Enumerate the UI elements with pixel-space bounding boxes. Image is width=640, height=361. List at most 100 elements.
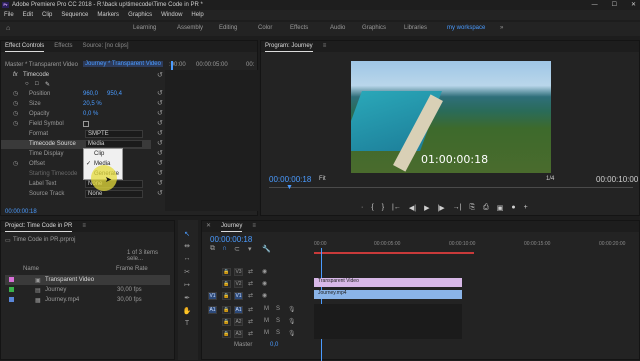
track-select-tool-icon[interactable]: ⇹ xyxy=(182,242,192,251)
workspace-editing[interactable]: Editing xyxy=(219,25,237,31)
lift-button[interactable]: ⎘ xyxy=(469,204,475,214)
menu-clip[interactable]: Clip xyxy=(42,10,52,20)
reset-icon[interactable]: ↺ xyxy=(157,119,163,127)
reset-icon[interactable]: ↺ xyxy=(157,149,163,157)
workspace-assembly[interactable]: Assembly xyxy=(177,25,203,31)
voiceover-mic-icon[interactable]: 🎙 xyxy=(288,318,296,325)
maximize-button[interactable]: ☐ xyxy=(612,0,617,10)
timeline-tab[interactable]: Journey xyxy=(221,221,243,232)
program-scrub-bar[interactable] xyxy=(269,187,633,188)
add-marker-button[interactable]: · xyxy=(361,204,363,214)
tab-effect-controls[interactable]: Effect Controls xyxy=(5,41,45,52)
export-frame-button[interactable]: ▣ xyxy=(497,204,504,214)
reset-icon[interactable]: ↺ xyxy=(157,139,163,147)
stopwatch-icon[interactable]: ◷ xyxy=(13,100,18,109)
source-track-dropdown[interactable]: None xyxy=(85,190,143,198)
workspace-my-workspace[interactable]: my workspace xyxy=(447,25,485,31)
project-title[interactable]: Project: Time Code in PR xyxy=(5,221,73,232)
solo-button[interactable]: S xyxy=(276,306,280,312)
reset-icon[interactable]: ↺ xyxy=(157,169,163,177)
snap-icon[interactable]: ∩ xyxy=(222,245,227,252)
workspace-color[interactable]: Color xyxy=(258,25,272,31)
workspace-libraries[interactable]: Libraries xyxy=(404,25,427,31)
sync-lock-icon[interactable]: ⇄ xyxy=(248,280,253,287)
slip-tool-icon[interactable]: ↦ xyxy=(182,281,192,290)
solo-button[interactable]: S xyxy=(276,330,280,336)
project-menu-icon[interactable]: ≡ xyxy=(82,221,86,232)
ripple-edit-tool-icon[interactable]: ↔ xyxy=(182,255,192,264)
menu-graphics[interactable]: Graphics xyxy=(128,10,152,20)
track-lock-button[interactable]: 🔒 xyxy=(222,306,231,314)
mark-out-button[interactable]: } xyxy=(382,204,384,214)
source-patch-a1[interactable]: A1 xyxy=(208,306,217,314)
track-label-a2[interactable]: A2 xyxy=(234,318,243,326)
play-button[interactable]: ▶ xyxy=(424,204,429,214)
clip-journey-mp4[interactable]: Journey.mp4 xyxy=(314,290,462,299)
reset-icon[interactable]: ↺ xyxy=(157,71,163,79)
rectangle-mask-icon[interactable]: □ xyxy=(35,81,39,87)
clip-selector[interactable]: Journey * Transparent Video xyxy=(83,61,163,67)
timeline-menu-icon[interactable]: ≡ xyxy=(252,221,256,232)
master-volume[interactable]: 0,0 xyxy=(270,342,278,348)
sync-lock-icon[interactable]: ⇄ xyxy=(248,268,253,275)
pen-mask-icon[interactable]: ✎ xyxy=(45,81,50,88)
reset-icon[interactable]: ↺ xyxy=(157,179,163,187)
solo-button[interactable]: S xyxy=(276,318,280,324)
voiceover-mic-icon[interactable]: 🎙 xyxy=(288,306,296,313)
sync-lock-icon[interactable]: ⇄ xyxy=(248,330,253,337)
timeline-close-icon[interactable]: ✕ xyxy=(206,221,211,232)
resolution-dropdown[interactable]: 1/4 xyxy=(546,176,554,182)
track-lock-button[interactable]: 🔒 xyxy=(222,330,231,338)
mute-button[interactable]: M xyxy=(264,306,269,312)
project-row[interactable]: ▦ Journey.mp4 30,00 fps xyxy=(5,295,170,305)
eye-icon[interactable]: ◉ xyxy=(262,292,267,299)
home-icon[interactable]: ⌂ xyxy=(6,25,10,32)
type-tool-icon[interactable]: T xyxy=(182,320,192,329)
close-button[interactable]: ✕ xyxy=(631,0,636,10)
menu-markers[interactable]: Markers xyxy=(97,10,119,20)
ellipse-mask-icon[interactable]: ○ xyxy=(25,81,29,87)
project-row[interactable]: ▤ Journey 30,00 fps xyxy=(5,285,170,295)
column-name[interactable]: Name xyxy=(23,266,39,272)
hand-tool-icon[interactable]: ✋ xyxy=(182,307,192,316)
reset-icon[interactable]: ↺ xyxy=(157,109,163,117)
workspace-graphics[interactable]: Graphics xyxy=(362,25,386,31)
stopwatch-icon[interactable]: ◷ xyxy=(13,160,18,169)
workspace-effects[interactable]: Effects xyxy=(290,25,308,31)
sync-lock-icon[interactable]: ⇄ xyxy=(248,306,253,313)
tab-source[interactable]: Source: [no clips] xyxy=(82,41,128,52)
stopwatch-icon[interactable]: ◷ xyxy=(13,90,18,99)
workspace-more[interactable]: » xyxy=(500,25,503,31)
eye-icon[interactable]: ◉ xyxy=(262,268,267,275)
linked-selection-icon[interactable]: ⊂ xyxy=(234,245,240,253)
stopwatch-icon[interactable]: ◷ xyxy=(13,120,18,129)
track-lock-button[interactable]: 🔒 xyxy=(222,292,231,300)
project-row-selected[interactable]: ▣ Transparent Video xyxy=(5,275,170,285)
reset-icon[interactable]: ↺ xyxy=(157,189,163,197)
timecode-source-dropdown[interactable]: Media xyxy=(85,140,143,148)
track-label-a3[interactable]: A3 xyxy=(234,330,243,338)
menu-file[interactable]: File xyxy=(4,10,14,20)
track-lock-button[interactable]: 🔒 xyxy=(222,268,231,276)
source-patch-v1[interactable]: V1 xyxy=(208,292,217,300)
workspace-audio[interactable]: Audio xyxy=(330,25,345,31)
track-label-a1[interactable]: A1 xyxy=(234,306,243,314)
track-lock-button[interactable]: 🔒 xyxy=(222,280,231,288)
add-button[interactable]: + xyxy=(524,204,528,214)
clip-transparent-video[interactable]: Transparent Video xyxy=(314,278,462,287)
option-clip[interactable]: Clip xyxy=(84,149,122,159)
go-to-in-button[interactable]: |← xyxy=(392,204,401,214)
add-marker-icon[interactable]: ▾ xyxy=(248,245,252,253)
format-dropdown[interactable]: SMPTE xyxy=(85,130,143,138)
comparison-view-button[interactable]: ● xyxy=(511,204,515,214)
step-forward-button[interactable]: |▶ xyxy=(437,204,444,214)
eye-icon[interactable]: ◉ xyxy=(262,280,267,287)
menu-help[interactable]: Help xyxy=(191,10,203,20)
program-current-time[interactable]: 00:00:00:18 xyxy=(269,175,311,184)
go-to-out-button[interactable]: →| xyxy=(453,204,462,214)
mute-button[interactable]: M xyxy=(264,330,269,336)
step-back-button[interactable]: ◀| xyxy=(409,204,416,214)
track-label-v1[interactable]: V1 xyxy=(234,292,243,300)
reset-icon[interactable]: ↺ xyxy=(157,129,163,137)
field-symbol-checkbox[interactable] xyxy=(83,121,89,127)
